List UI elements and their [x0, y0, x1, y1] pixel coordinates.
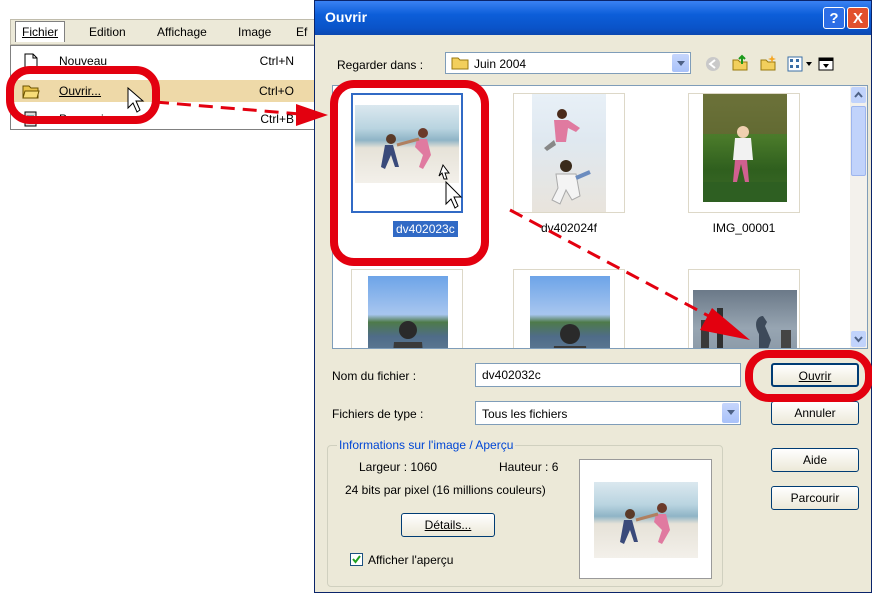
annotation-arrows	[127, 86, 750, 340]
